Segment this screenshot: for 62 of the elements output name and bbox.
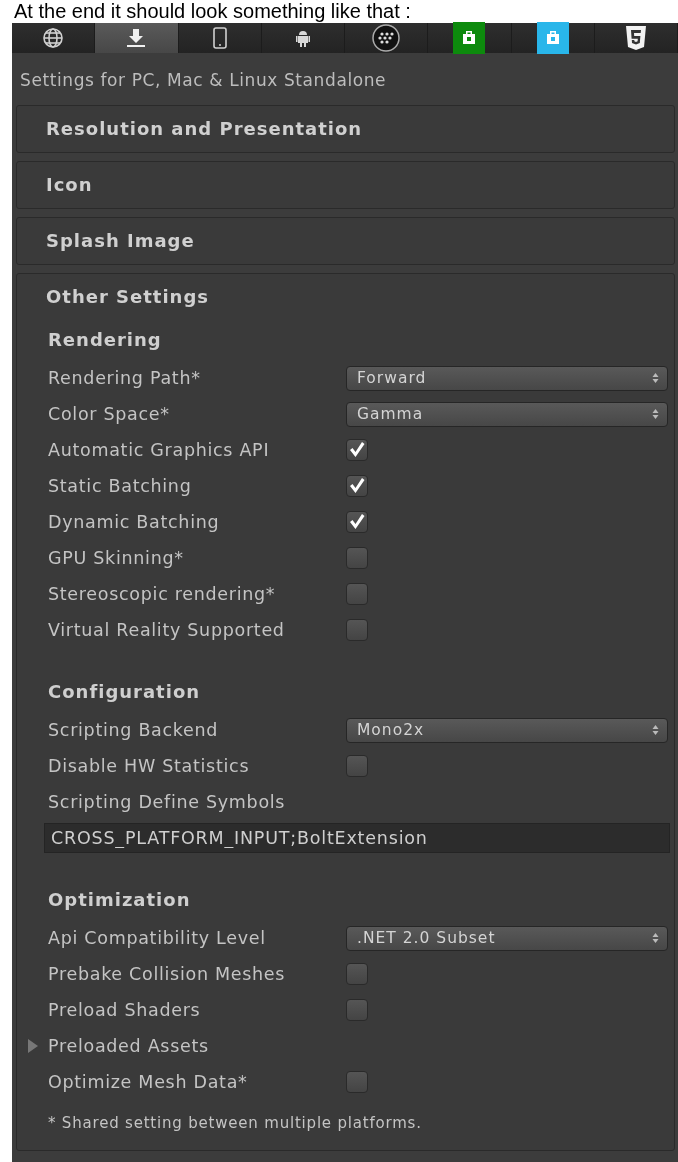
foldout-arrow-icon[interactable] <box>27 1038 39 1054</box>
platform-tab[interactable] <box>345 23 429 53</box>
checkbox[interactable] <box>346 511 368 533</box>
section-header[interactable]: Resolution and Presentation <box>17 106 674 152</box>
footnote-text: * Shared setting between multiple platforms. <box>47 1114 423 1132</box>
checkbox[interactable] <box>346 999 368 1021</box>
setting-label: Automatic Graphics API <box>48 440 271 460</box>
dropdown[interactable]: Forward <box>346 365 668 391</box>
dropdown[interactable]: Gamma <box>346 401 668 427</box>
settings-title: Settings for PC, Mac & Linux Standalone <box>19 69 388 92</box>
checkbox[interactable] <box>346 619 368 641</box>
platform-tab[interactable] <box>95 23 179 53</box>
setting-label: Disable HW Statistics <box>48 756 251 776</box>
up-down-icon <box>652 372 659 384</box>
platform-tab[interactable] <box>178 23 262 53</box>
setting-label: Rendering Path* <box>48 368 202 388</box>
dropdown[interactable]: .NET 2.0 Subset <box>346 925 668 951</box>
checkbox[interactable] <box>346 1071 368 1093</box>
platform-tab[interactable] <box>594 23 678 53</box>
globe-icon <box>42 27 65 49</box>
setting-label: Preload Shaders <box>48 1000 202 1020</box>
checkbox[interactable] <box>346 583 368 605</box>
setting-label: Static Batching <box>48 476 193 496</box>
text-field[interactable]: CROSS_PLATFORM_INPUT;BoltExtension <box>44 823 670 853</box>
checkbox[interactable] <box>346 755 368 777</box>
up-down-icon <box>652 408 659 420</box>
group-heading: Configuration <box>47 680 202 704</box>
setting-label: Stereoscopic rendering* <box>48 584 277 604</box>
setting-label: Api Compatibility Level <box>48 928 267 948</box>
section-header[interactable]: Icon <box>17 162 674 208</box>
platform-tab[interactable] <box>261 23 345 53</box>
checkbox[interactable] <box>346 963 368 985</box>
section-header[interactable]: Other Settings <box>17 274 674 320</box>
shield-icon <box>624 25 647 51</box>
setting-label: Scripting Backend <box>48 720 220 740</box>
platform-tab[interactable] <box>12 23 96 53</box>
download-icon <box>126 28 147 48</box>
setting-label: Prebake Collision Meshes <box>48 964 287 984</box>
checkbox[interactable] <box>346 475 368 497</box>
setting-label: Optimize Mesh Data* <box>48 1072 249 1092</box>
up-down-icon <box>652 724 659 736</box>
checkbox[interactable] <box>346 439 368 461</box>
setting-label: Scripting Define Symbols <box>48 792 286 812</box>
group-heading: Optimization <box>47 888 192 912</box>
caption-text: At the end it should look something like that : <box>14 0 412 23</box>
setting-label: Virtual Reality Supported <box>48 620 286 640</box>
foldout-label[interactable]: Preloaded Assets <box>48 1036 346 1056</box>
group-heading: Rendering <box>47 328 163 352</box>
shopping-bag-icon <box>453 22 486 54</box>
platform-tab[interactable] <box>428 23 512 53</box>
setting-label: GPU Skinning* <box>48 548 185 568</box>
robot-icon <box>295 29 310 47</box>
phone-icon <box>212 27 227 49</box>
checkbox[interactable] <box>346 547 368 569</box>
setting-label: Color Space* <box>48 404 171 424</box>
up-down-icon <box>652 932 659 944</box>
platform-tab[interactable] <box>511 23 595 53</box>
dots-icon <box>372 24 401 52</box>
shopping-bag-icon <box>536 22 569 54</box>
dropdown[interactable]: Mono2x <box>346 717 668 743</box>
setting-label: Dynamic Batching <box>48 512 221 532</box>
section-header[interactable]: Splash Image <box>17 218 674 264</box>
